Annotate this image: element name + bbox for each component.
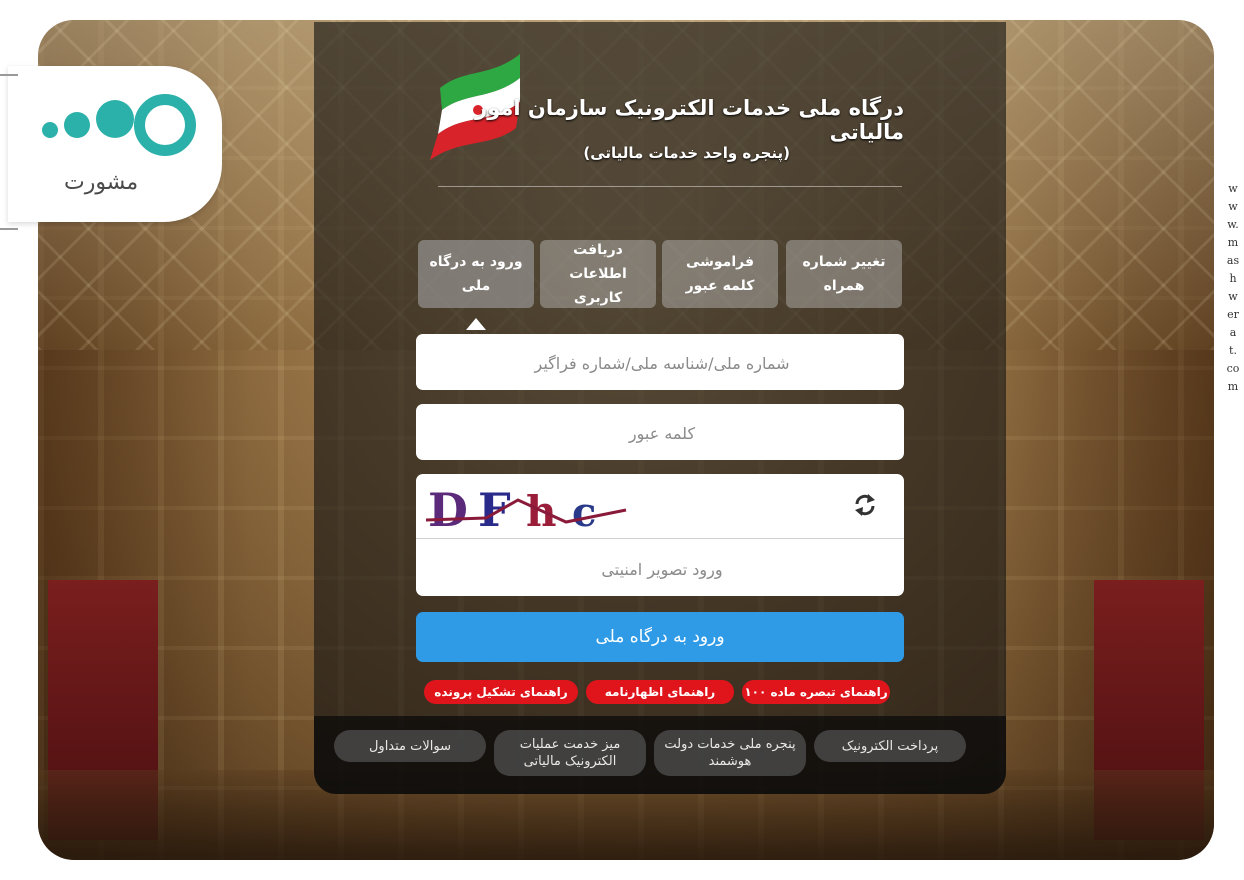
captcha-image: D F h c xyxy=(426,483,627,534)
login-button[interactable]: ورود به درگاه ملی xyxy=(416,612,904,662)
footer-link-smart-gov-window[interactable]: پنجره ملی خدمات دولت هوشمند xyxy=(654,730,806,776)
captcha-divider xyxy=(416,538,904,539)
logo-dot-large xyxy=(96,100,134,138)
national-id-field xyxy=(416,334,908,392)
guide-file-creation-button[interactable]: راهنمای تشکیل پرونده xyxy=(424,680,578,704)
edge-mark xyxy=(0,74,18,76)
page-subtitle: (پنجره واحد خدمات مالیاتی) xyxy=(583,144,790,162)
captcha-char-1: D xyxy=(428,483,468,534)
logo-dot-small xyxy=(42,122,58,138)
tab-get-user-info[interactable]: دریافت اطلاعات کاربری xyxy=(540,240,656,308)
captcha-field xyxy=(416,540,908,598)
footer-link-service-desk[interactable]: میز خدمت عملیات الکترونیک مالیاتی xyxy=(494,730,646,776)
captcha-char-2: F xyxy=(478,483,511,534)
refresh-icon[interactable] xyxy=(852,492,878,518)
guide-tax-return-button[interactable]: راهنمای اظهارنامه xyxy=(586,680,734,704)
password-input[interactable] xyxy=(416,404,908,462)
footer-link-epayment[interactable]: پرداخت الکترونیک xyxy=(814,730,966,762)
captcha-char-4: c xyxy=(572,489,596,534)
guide-article-100-button[interactable]: راهنمای تبصره ماده ۱۰۰ xyxy=(742,680,890,704)
watermark-url: www.mashwerat.com xyxy=(1226,182,1240,393)
captcha-input[interactable] xyxy=(416,540,908,598)
captcha-box: D F h c xyxy=(416,474,908,598)
logo-wordmark: مشورت xyxy=(64,170,139,195)
national-id-input[interactable] xyxy=(416,334,908,392)
watermark-logo: مشورت xyxy=(8,66,222,222)
tab-change-phone[interactable]: تغییر شماره همراه xyxy=(786,240,902,308)
title-divider xyxy=(438,186,902,187)
footer-link-faq[interactable]: سوالات متداول xyxy=(334,730,486,762)
logo-ring xyxy=(134,94,196,156)
password-field xyxy=(416,404,908,462)
tab-login[interactable]: ورود به درگاه ملی xyxy=(418,240,534,308)
page-title: درگاه ملی خدمات الکترونیک سازمان امور ما… xyxy=(475,96,904,144)
logo-dot-medium xyxy=(64,112,90,138)
active-tab-pointer xyxy=(466,318,486,330)
edge-mark xyxy=(0,228,18,230)
tab-forgot-password[interactable]: فراموشی کلمه عبور xyxy=(662,240,778,308)
